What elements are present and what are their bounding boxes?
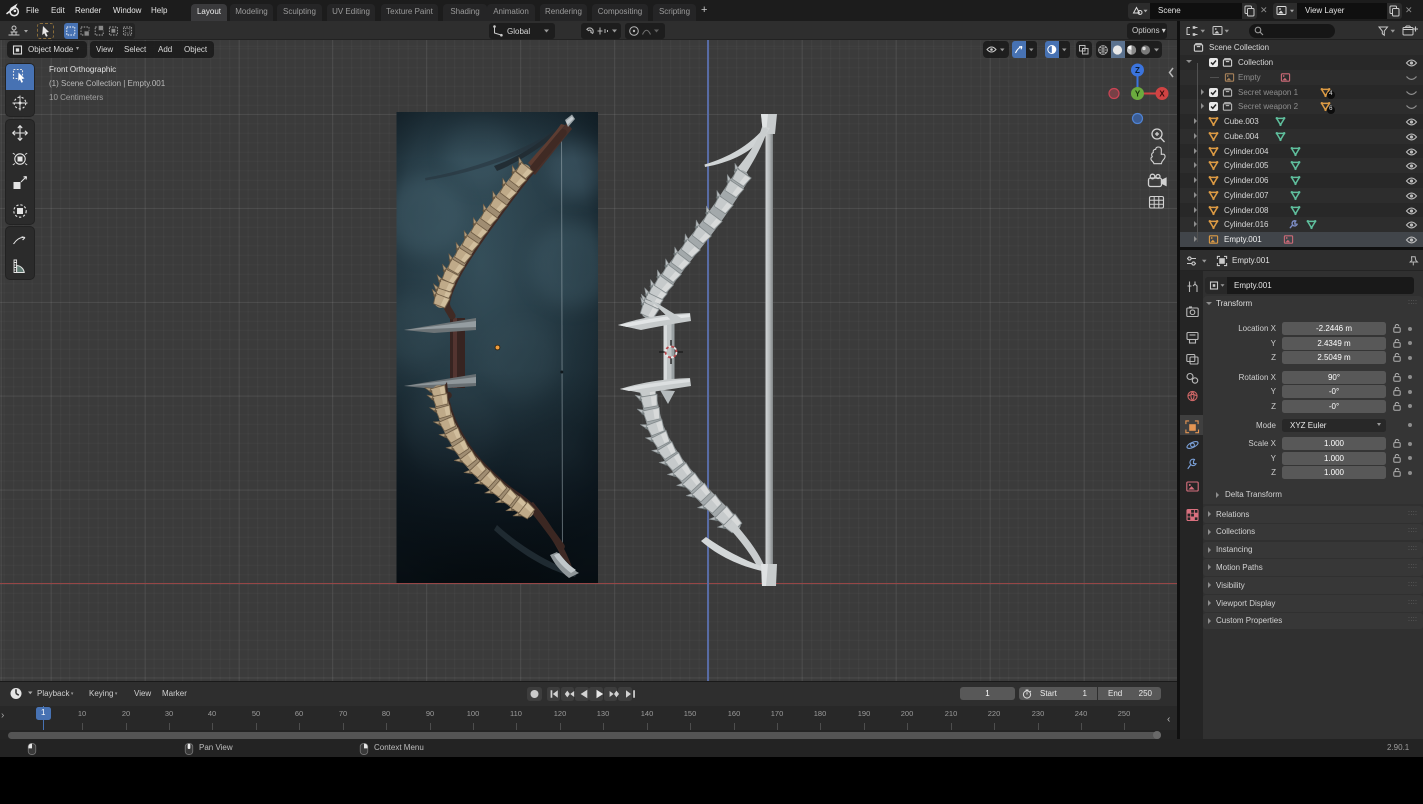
svg-text:Z: Z <box>1135 66 1140 75</box>
svg-text:X: X <box>1159 90 1165 99</box>
svg-text:Global: Global <box>507 26 530 35</box>
svg-text:Y: Y <box>1135 90 1141 99</box>
